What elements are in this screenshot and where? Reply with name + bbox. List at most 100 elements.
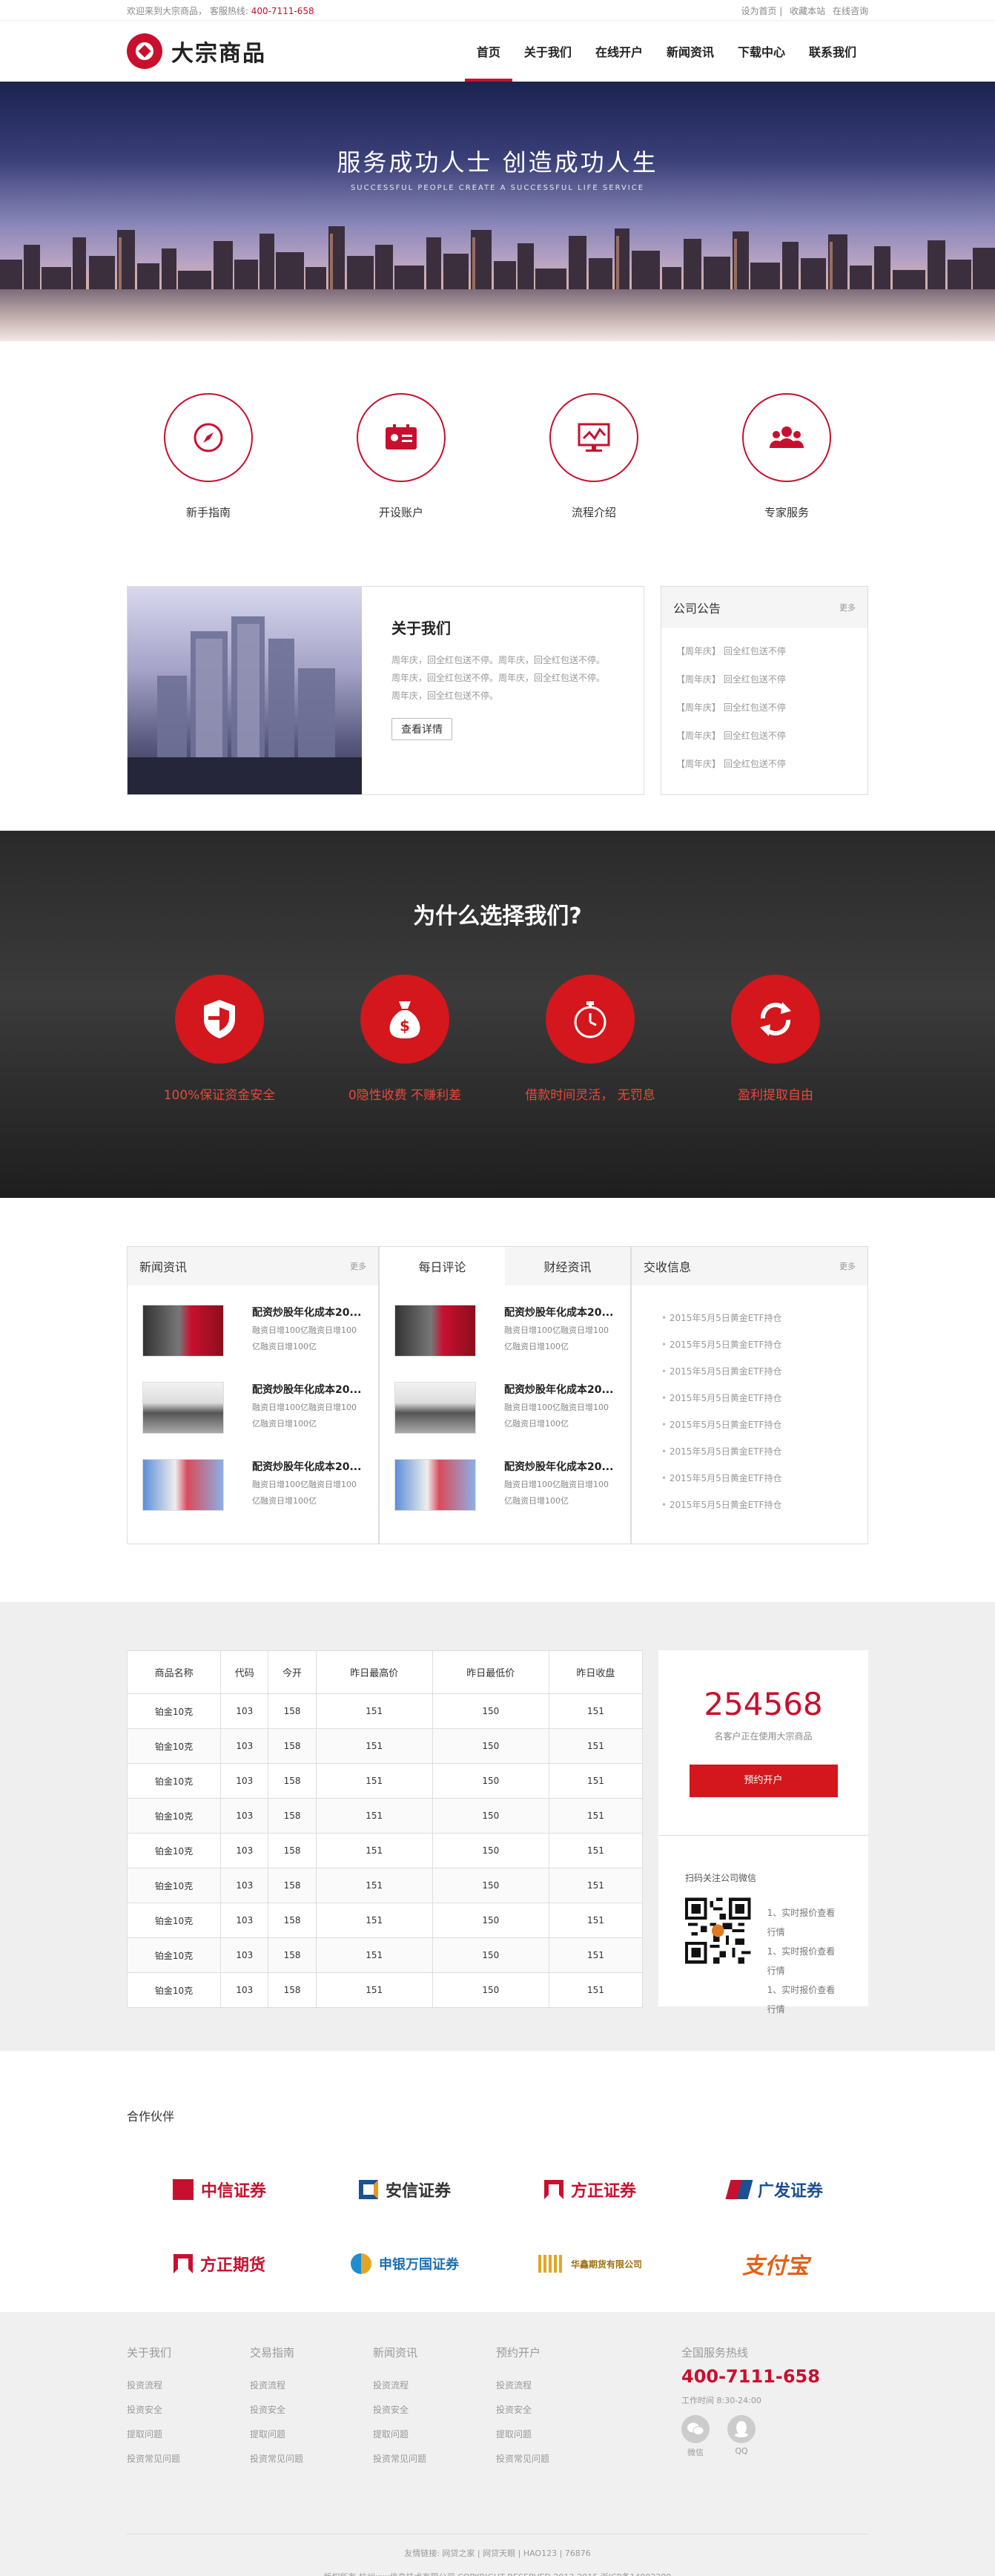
tab-daily-comment[interactable]: 每日评论 xyxy=(380,1247,505,1285)
online-consult-link[interactable]: 在线咨询 xyxy=(833,6,868,16)
delivery-more-link[interactable]: 更多 xyxy=(839,1260,856,1272)
top-bar: 欢迎来到大宗商品， 客服热线: 400-7111-658 设为首页 | 收藏本站… xyxy=(0,0,995,21)
founder-futures-logo-icon xyxy=(173,2254,193,2273)
footer-link[interactable]: 投资安全 xyxy=(250,2398,373,2422)
nav-news[interactable]: 新闻资讯 xyxy=(655,21,726,82)
list-item[interactable]: 配资炒股年化成本20... 融资日增100亿融资日增100亿融资日增100亿 xyxy=(394,1294,615,1371)
footer-link[interactable]: 投资常见问题 xyxy=(127,2447,250,2471)
why-choose-us-section: 为什么选择我们? 100%保证资金安全 $ 0隐性收费 不赚利差 借款时间灵活，… xyxy=(0,831,995,1198)
feature-expert-service[interactable]: 专家服务 xyxy=(742,393,831,520)
hero-banner: 服务成功人士 创造成功人生 SUCCESSFUL PEOPLE CREATE A… xyxy=(0,82,995,341)
list-item[interactable]: 2015年5月5日黄金ETF持仓 xyxy=(661,1492,838,1518)
table-cell: 151 xyxy=(548,1693,644,1729)
qr-tips: 1、实时报价查看行情 1、实时报价查看行情 1、实时报价查看行情 xyxy=(767,1908,836,2015)
partners-title: 合作伙伴 xyxy=(127,2109,175,2124)
footer-link[interactable]: 提取问题 xyxy=(373,2422,496,2447)
table-cell: 158 xyxy=(268,1868,317,1903)
footer-link[interactable]: 投资安全 xyxy=(127,2398,250,2422)
notice-more-link[interactable]: 更多 xyxy=(839,602,856,613)
col-header: 代码 xyxy=(220,1650,269,1694)
footer-link[interactable]: 投资常见问题 xyxy=(250,2447,373,2471)
nav-home[interactable]: 首页 xyxy=(464,21,512,82)
nav-contact[interactable]: 联系我们 xyxy=(797,21,868,82)
nav-download[interactable]: 下载中心 xyxy=(726,21,797,82)
table-cell: 铂金10克 xyxy=(126,1868,222,1903)
water-reflection xyxy=(0,289,995,341)
list-item[interactable]: 【周年庆】 回全红包送不停 xyxy=(676,750,853,778)
footer-link[interactable]: 投资安全 xyxy=(373,2398,496,2422)
footer-link[interactable]: 投资安全 xyxy=(496,2398,619,2422)
table-cell: 103 xyxy=(220,1868,269,1903)
quotes-table-body: 铂金10克 103 158 151 150 151 铂金10克 103 158 151 150 151… xyxy=(126,1693,644,2008)
list-item[interactable]: 配资炒股年化成本20... 融资日增100亿融资日增100亿融资日增100亿 xyxy=(142,1294,363,1371)
table-row: 铂金10克 103 158 151 150 151 xyxy=(126,1833,644,1868)
list-item[interactable]: 配资炒股年化成本20... 融资日增100亿融资日增100亿融资日增100亿 xyxy=(142,1371,363,1449)
top-links: 设为首页 | 收藏本站 在线咨询 xyxy=(741,5,868,16)
partner-logo-founder-futures[interactable]: 方正期货 xyxy=(127,2243,312,2285)
footer-link[interactable]: 投资流程 xyxy=(496,2374,619,2398)
footer-link[interactable]: 提取问题 xyxy=(127,2422,250,2447)
footer-link[interactable]: 提取问题 xyxy=(250,2422,373,2447)
table-cell: 151 xyxy=(315,1868,433,1903)
list-item[interactable]: 【周年庆】 回全红包送不停 xyxy=(676,694,853,722)
partner-logo-huaxin[interactable]: 华鑫期货有限公司 xyxy=(498,2243,683,2285)
list-item[interactable]: 2015年5月5日黄金ETF持仓 xyxy=(661,1411,838,1438)
footer-link[interactable]: 投资流程 xyxy=(250,2374,373,2398)
friend-links[interactable]: 友情链接: 网贷之家 | 网贷天眼 | HAO123 | 76876 xyxy=(127,2542,868,2566)
table-row: 铂金10克 103 158 151 150 151 xyxy=(126,1868,644,1903)
footer-link[interactable]: 投资常见问题 xyxy=(373,2447,496,2471)
view-details-button[interactable]: 查看详情 xyxy=(391,718,452,740)
list-item[interactable]: 配资炒股年化成本20... 融资日增100亿融资日增100亿融资日增100亿 xyxy=(394,1449,615,1526)
nav-open-account[interactable]: 在线开户 xyxy=(584,21,655,82)
table-cell: 150 xyxy=(432,1693,549,1729)
book-account-button[interactable]: 预约开户 xyxy=(689,1765,838,1797)
partner-logo-essence[interactable]: 安信证券 xyxy=(312,2169,498,2210)
nav-about[interactable]: 关于我们 xyxy=(512,21,584,82)
feature-beginner-guide[interactable]: 新手指南 xyxy=(164,393,253,520)
users-icon xyxy=(770,426,804,448)
qq-button[interactable]: QQ xyxy=(727,2415,756,2458)
bookmark-link[interactable]: 收藏本站 xyxy=(790,6,825,16)
table-cell: 151 xyxy=(315,1798,433,1834)
footer-link[interactable]: 投资流程 xyxy=(373,2374,496,2398)
list-item[interactable]: 【周年庆】 回全红包送不停 xyxy=(676,665,853,694)
footer-link[interactable]: 投资流程 xyxy=(127,2374,250,2398)
logo[interactable]: 大宗商品 xyxy=(127,33,266,69)
footer-link[interactable]: 投资常见问题 xyxy=(496,2447,619,2471)
partner-logo-sywg[interactable]: 申银万国证券 xyxy=(312,2243,498,2285)
list-item[interactable]: 配资炒股年化成本20... 融资日增100亿融资日增100亿融资日增100亿 xyxy=(394,1371,615,1449)
feature-process[interactable]: 流程介绍 xyxy=(549,393,638,520)
partner-logo-gf[interactable]: 广发证券 xyxy=(683,2169,868,2210)
wechat-button[interactable]: 微信 xyxy=(681,2415,710,2458)
list-item[interactable]: 2015年5月5日黄金ETF持仓 xyxy=(661,1465,838,1492)
table-cell: 150 xyxy=(432,1937,549,1973)
list-item[interactable]: 2015年5月5日黄金ETF持仓 xyxy=(661,1438,838,1465)
list-item[interactable]: 【周年庆】 回全红包送不停 xyxy=(676,637,853,665)
feature-label: 专家服务 xyxy=(764,506,809,519)
footer-link[interactable]: 提取问题 xyxy=(496,2422,619,2447)
table-cell: 103 xyxy=(220,1833,269,1868)
news-more-link[interactable]: 更多 xyxy=(350,1260,366,1272)
set-homepage-link[interactable]: 设为首页 xyxy=(741,6,776,16)
partner-logo-alipay[interactable]: 支付宝 xyxy=(683,2243,868,2285)
col-header: 昨日最高价 xyxy=(315,1650,433,1694)
table-cell: 150 xyxy=(432,1868,549,1903)
footer-col-booking: 预约开户 投资流程 投资安全 提取问题 投资常见问题 xyxy=(496,2345,619,2534)
list-item[interactable]: 2015年5月5日黄金ETF持仓 xyxy=(661,1331,838,1358)
quotes-section: 商品名称 代码 今开 昨日最高价 昨日最低价 昨日收盘 铂金10克 103 158 1… xyxy=(0,1602,995,2051)
tab-finance-news[interactable]: 财经资讯 xyxy=(505,1247,630,1285)
feature-open-account[interactable]: 开设账户 xyxy=(357,393,446,520)
table-header-row: 商品名称 代码 今开 昨日最高价 昨日最低价 昨日收盘 xyxy=(126,1650,644,1694)
list-item[interactable]: 配资炒股年化成本20... 融资日增100亿融资日增100亿融资日增100亿 xyxy=(142,1449,363,1526)
list-item[interactable]: 2015年5月5日黄金ETF持仓 xyxy=(661,1385,838,1411)
table-row: 铂金10克 103 158 151 150 151 xyxy=(126,1937,644,1973)
list-item[interactable]: 【周年庆】 回全红包送不停 xyxy=(676,722,853,750)
list-item[interactable]: 2015年5月5日黄金ETF持仓 xyxy=(661,1305,838,1331)
partner-logo-founder-sec[interactable]: 方正证券 xyxy=(498,2169,683,2210)
partner-logo-citic[interactable]: 中信证券 xyxy=(127,2169,312,2210)
quotes-table: 商品名称 代码 今开 昨日最高价 昨日最低价 昨日收盘 铂金10克 103 158 1… xyxy=(126,1650,644,2008)
table-cell: 铂金10克 xyxy=(126,1798,222,1834)
table-cell: 铂金10克 xyxy=(126,1833,222,1868)
footer: 关于我们 投资流程 投资安全 提取问题 投资常见问题 交易指南 投资流程 投资安全 提取问… xyxy=(0,2312,995,2576)
list-item[interactable]: 2015年5月5日黄金ETF持仓 xyxy=(661,1358,838,1385)
